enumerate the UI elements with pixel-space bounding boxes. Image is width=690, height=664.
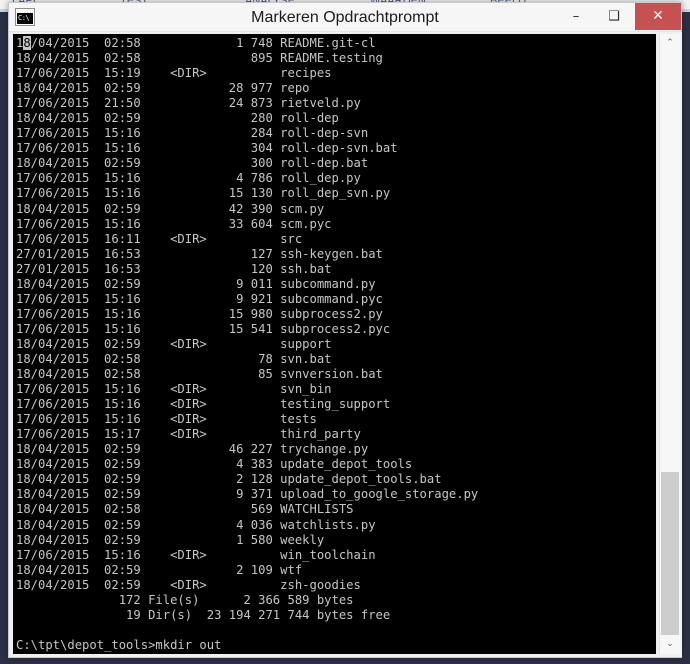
console-bottom-edge: [10, 654, 682, 657]
maximize-icon: ❑: [608, 9, 620, 24]
close-button[interactable]: ✕: [635, 3, 681, 30]
console-cursor: 8: [23, 36, 31, 50]
cmd-icon-screen: C:\: [17, 13, 33, 24]
command-prompt-window: ··· C:\ Markeren Opdrachtprompt – ❑ ✕ 18…: [8, 2, 682, 658]
scroll-down-arrow-icon[interactable]: ⌄: [660, 635, 680, 654]
minimize-icon: –: [572, 9, 580, 24]
cmd-console-icon: ··· C:\: [15, 8, 35, 26]
console-scrollbar[interactable]: ⌃ ⌄: [659, 34, 680, 654]
scrollbar-track[interactable]: [660, 53, 680, 635]
maximize-button[interactable]: ❑: [594, 3, 634, 30]
console-text: 18/04/2015 02:58 1 748 README.git-cl 18/…: [16, 36, 479, 652]
close-icon: ✕: [652, 8, 664, 24]
window-titlebar[interactable]: ··· C:\ Markeren Opdrachtprompt – ❑ ✕: [9, 3, 681, 32]
scroll-up-arrow-icon[interactable]: ⌃: [660, 34, 680, 53]
scrollbar-thumb[interactable]: [661, 472, 679, 635]
console-client-area: 18/04/2015 02:58 1 748 README.git-cl 18/…: [10, 32, 682, 657]
console-output-screen[interactable]: 18/04/2015 02:58 1 748 README.git-cl 18/…: [13, 34, 656, 654]
minimize-button[interactable]: –: [556, 3, 596, 30]
